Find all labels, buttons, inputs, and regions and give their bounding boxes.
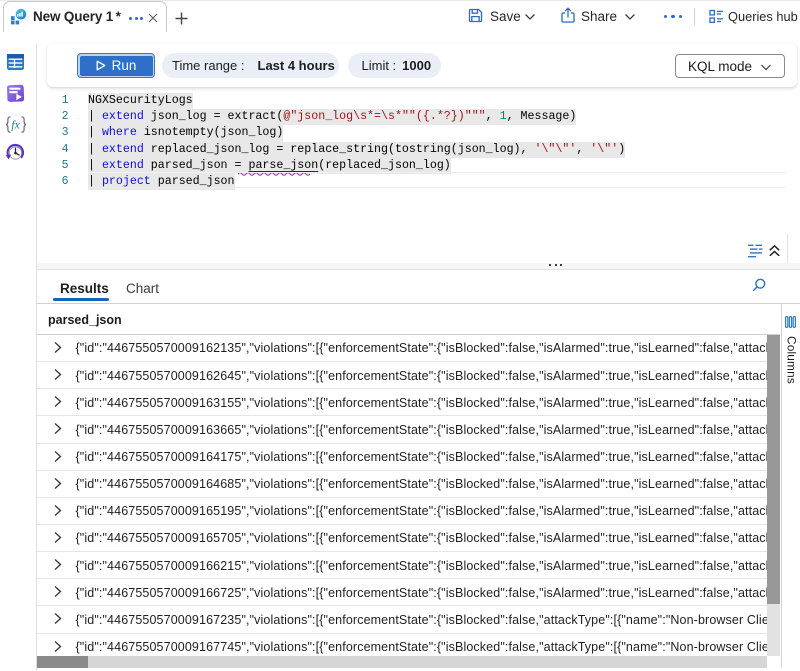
svg-text:fx: fx [11,120,20,132]
